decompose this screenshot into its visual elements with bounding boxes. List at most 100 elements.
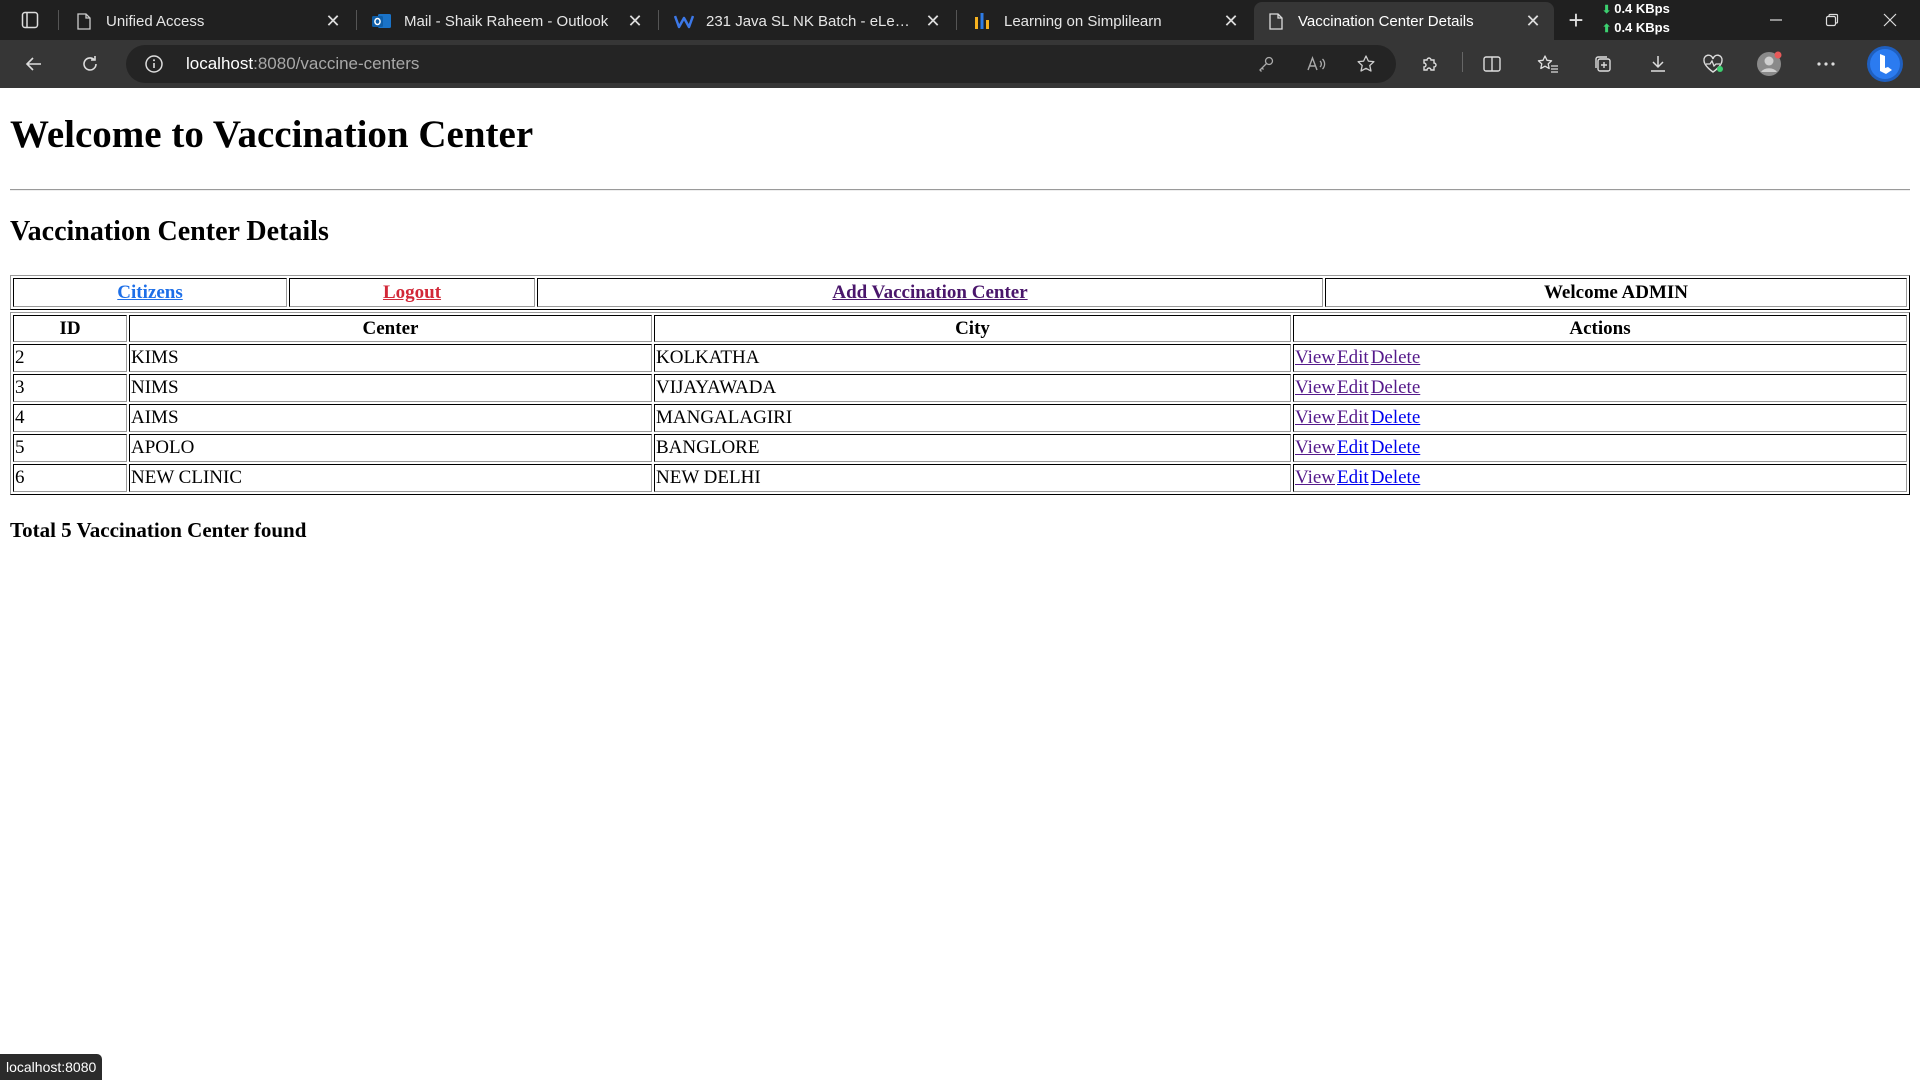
tab-separator <box>58 10 59 30</box>
table-row: 6 NEW CLINIC NEW DELHI View Edit Delete <box>13 464 1907 492</box>
cell-actions: View Edit Delete <box>1293 464 1907 492</box>
page-icon <box>74 11 94 31</box>
cell-city: MANGALAGIRI <box>654 404 1291 432</box>
close-icon[interactable]: ✕ <box>324 11 342 31</box>
close-icon[interactable]: ✕ <box>1222 11 1240 31</box>
cell-center: AIMS <box>129 404 652 432</box>
delete-link[interactable]: Delete <box>1371 407 1421 428</box>
restore-button[interactable] <box>1804 0 1860 40</box>
cell-center: NEW CLINIC <box>129 464 652 492</box>
citizens-link[interactable]: Citizens <box>117 282 182 303</box>
status-bar-url: localhost:8080 <box>0 1054 103 1080</box>
minimize-button[interactable] <box>1748 0 1804 40</box>
close-window-button[interactable] <box>1862 0 1918 40</box>
table-header-row: ID Center City Actions <box>13 315 1907 342</box>
table-row: 2 KIMS KOLKATHA View Edit Delete <box>13 344 1907 372</box>
view-link[interactable]: View <box>1295 347 1335 368</box>
edit-link[interactable]: Edit <box>1337 437 1369 458</box>
site-info-icon[interactable] <box>144 54 164 74</box>
close-icon[interactable]: ✕ <box>1524 11 1542 31</box>
view-link[interactable]: View <box>1295 437 1335 458</box>
table-row: 4 AIMS MANGALAGIRI View Edit Delete <box>13 404 1907 432</box>
column-header-id: ID <box>13 315 127 342</box>
delete-link[interactable]: Delete <box>1371 437 1421 458</box>
collections-icon[interactable] <box>1587 48 1619 80</box>
new-tab-button[interactable]: + <box>1562 5 1590 35</box>
add-vaccination-center-link[interactable]: Add Vaccination Center <box>832 282 1027 303</box>
tab-title: Unified Access <box>106 12 205 30</box>
view-link[interactable]: View <box>1295 407 1335 428</box>
edit-link[interactable]: Edit <box>1337 377 1369 398</box>
toolbar-separator <box>1462 52 1463 72</box>
delete-link[interactable]: Delete <box>1371 377 1421 398</box>
refresh-button[interactable] <box>74 48 106 80</box>
bing-chat-icon[interactable] <box>1866 45 1904 83</box>
upload-arrow-icon: ⬆ <box>1602 23 1612 35</box>
tab-unified-access[interactable]: Unified Access ✕ <box>62 2 354 40</box>
url-text[interactable]: localhost:8080/vaccine-centers <box>186 54 419 74</box>
tab-title: 231 Java SL NK Batch - eLearning <box>706 12 916 30</box>
tab-separator <box>658 10 659 30</box>
cell-actions: View Edit Delete <box>1293 434 1907 462</box>
favorite-star-icon[interactable] <box>1356 54 1376 74</box>
tab-elearning[interactable]: 231 Java SL NK Batch - eLearning ✕ <box>662 2 954 40</box>
navigation-table: Citizens Logout Add Vaccination Center W… <box>10 275 1910 310</box>
section-title: Vaccination Center Details <box>10 216 329 247</box>
address-bar[interactable]: localhost:8080/vaccine-centers <box>126 45 1396 83</box>
edit-link[interactable]: Edit <box>1337 407 1369 428</box>
view-link[interactable]: View <box>1295 467 1335 488</box>
more-options-icon[interactable] <box>1810 48 1842 80</box>
cell-id: 6 <box>13 464 127 492</box>
tab-separator <box>356 10 357 30</box>
view-link[interactable]: View <box>1295 377 1335 398</box>
cell-center: APOLO <box>129 434 652 462</box>
logout-link[interactable]: Logout <box>383 282 441 303</box>
url-host: localhost <box>186 54 254 73</box>
tab-outlook-mail[interactable]: Mail - Shaik Raheem - Outlook ✕ <box>360 2 656 40</box>
edit-link[interactable]: Edit <box>1337 347 1369 368</box>
favorites-icon[interactable] <box>1532 48 1564 80</box>
delete-link[interactable]: Delete <box>1371 467 1421 488</box>
browser-toolbar: localhost:8080/vaccine-centers <box>0 40 1920 88</box>
close-icon[interactable]: ✕ <box>924 11 942 31</box>
cell-city: NEW DELHI <box>654 464 1291 492</box>
download-speed: 0.4 KBps <box>1614 1 1670 16</box>
cell-actions: View Edit Delete <box>1293 374 1907 402</box>
cell-id: 4 <box>13 404 127 432</box>
page-icon <box>1266 11 1286 31</box>
downloads-icon[interactable] <box>1642 48 1674 80</box>
cell-city: KOLKATHA <box>654 344 1291 372</box>
key-icon[interactable] <box>1256 54 1276 74</box>
browser-tab-bar: Unified Access ✕ Mail - Shaik Raheem - O… <box>0 0 1920 40</box>
outlook-icon <box>372 11 392 31</box>
table-row: 3 NIMS VIJAYAWADA View Edit Delete <box>13 374 1907 402</box>
browser-essentials-icon[interactable] <box>1697 48 1729 80</box>
tab-simplilearn[interactable]: Learning on Simplilearn ✕ <box>960 2 1252 40</box>
horizontal-rule <box>10 189 1910 191</box>
split-screen-icon[interactable] <box>1476 48 1508 80</box>
page-title: Welcome to Vaccination Center <box>10 113 534 156</box>
vaccination-centers-table: ID Center City Actions 2 KIMS KOLKATHA V… <box>10 312 1910 495</box>
download-arrow-icon: ⬇ <box>1602 4 1612 16</box>
web-page: Welcome to Vaccination Center Vaccinatio… <box>0 88 1920 1080</box>
simplilearn-icon <box>972 11 992 31</box>
back-button[interactable] <box>18 48 50 80</box>
webex-icon <box>674 11 694 31</box>
close-icon[interactable]: ✕ <box>626 11 644 31</box>
edit-link[interactable]: Edit <box>1337 467 1369 488</box>
tab-title: Mail - Shaik Raheem - Outlook <box>404 12 609 30</box>
extensions-icon[interactable] <box>1414 48 1446 80</box>
tab-actions-icon[interactable] <box>14 7 46 33</box>
nav-cell-citizens: Citizens <box>13 278 287 307</box>
profile-avatar[interactable] <box>1753 48 1785 80</box>
cell-id: 3 <box>13 374 127 402</box>
read-aloud-icon[interactable] <box>1306 54 1326 74</box>
delete-link[interactable]: Delete <box>1371 347 1421 368</box>
table-row: 5 APOLO BANGLORE View Edit Delete <box>13 434 1907 462</box>
cell-center: KIMS <box>129 344 652 372</box>
column-header-actions: Actions <box>1293 315 1907 342</box>
tab-title: Vaccination Center Details <box>1298 12 1474 30</box>
tab-title: Learning on Simplilearn <box>1004 12 1162 30</box>
cell-id: 5 <box>13 434 127 462</box>
tab-vaccination-center-details[interactable]: Vaccination Center Details ✕ <box>1254 2 1554 40</box>
